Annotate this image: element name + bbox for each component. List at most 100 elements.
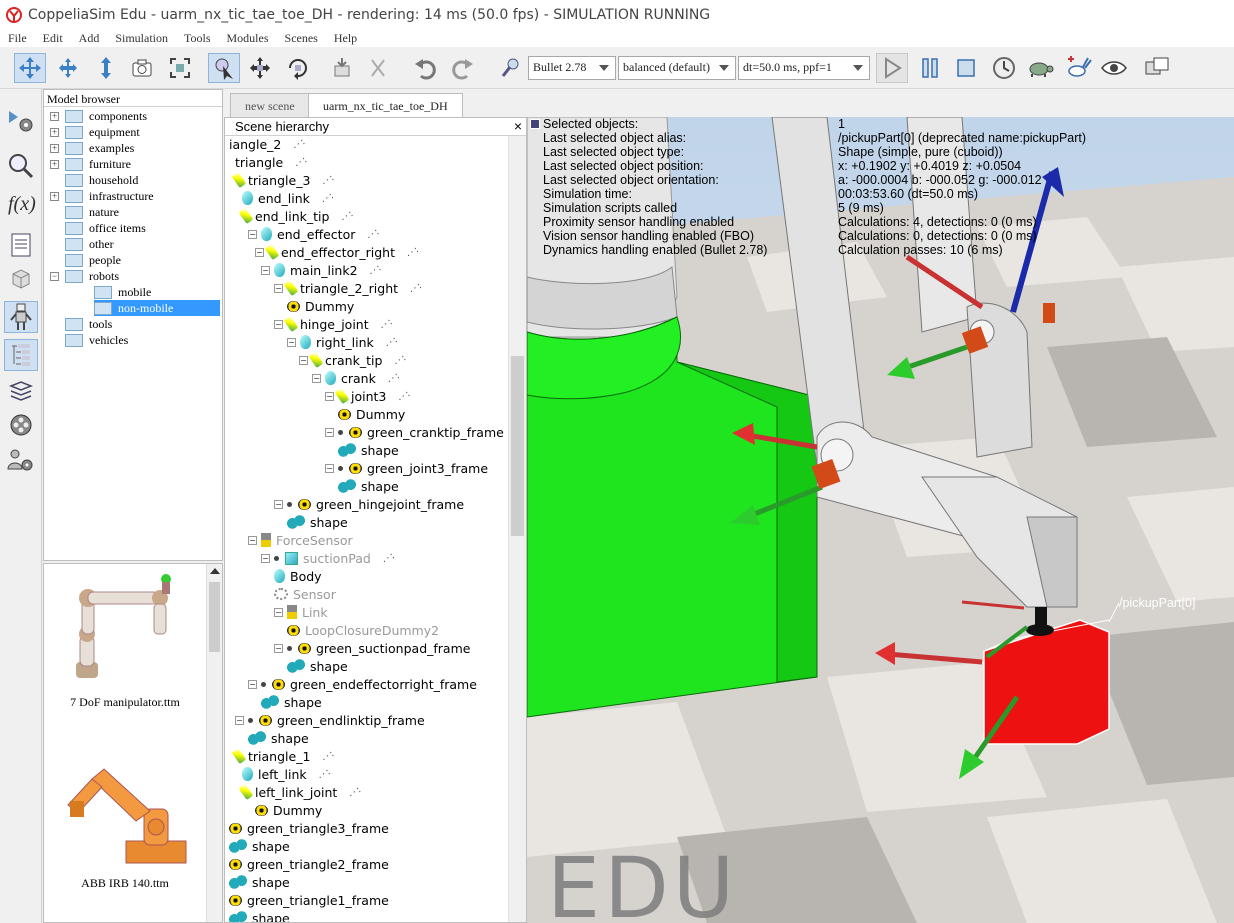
accuracy-select[interactable]: balanced (default) [618, 56, 736, 80]
script-icon[interactable]: ⋰⋅ [394, 355, 406, 366]
scene-tree-node[interactable]: left_link_joint ⋰⋅ [238, 783, 361, 801]
collapse-toggle-icon[interactable]: − [274, 319, 283, 329]
model-folder-item[interactable]: non-mobile [94, 300, 220, 316]
simulation-settings-button[interactable] [4, 105, 38, 137]
shape-edit-button[interactable] [4, 229, 38, 261]
collapse-toggle-icon[interactable]: − [299, 355, 308, 365]
user-settings-button[interactable] [4, 445, 38, 477]
fit-to-view-button[interactable] [164, 53, 196, 83]
scene-tree-node[interactable]: shape [229, 909, 290, 922]
page-selector-button[interactable] [1142, 53, 1174, 83]
script-icon[interactable]: ⋰⋅ [381, 319, 393, 330]
calculation-modules-button[interactable] [4, 149, 38, 181]
script-icon[interactable]: ⋰⋅ [319, 769, 331, 780]
collapse-toggle-icon[interactable]: − [261, 265, 270, 275]
expand-toggle-icon[interactable]: + [50, 159, 59, 169]
close-icon[interactable]: × [514, 118, 522, 134]
scripts-button[interactable]: f(x) [4, 187, 38, 219]
scene-tree-node[interactable]: − right_link ⋰⋅ [287, 333, 398, 351]
thumbnails-scrollbar[interactable] [206, 564, 222, 922]
scene-tree-node[interactable]: green_triangle3_frame [229, 819, 389, 837]
script-icon[interactable]: ⋰⋅ [322, 175, 334, 186]
scene-tree-node[interactable]: − joint3 ⋰⋅ [325, 387, 411, 405]
script-icon[interactable]: ⋰⋅ [293, 139, 305, 150]
scene-tree-node[interactable]: − green_endeffectorright_frame [248, 675, 477, 693]
script-icon[interactable]: ⋰⋅ [410, 283, 422, 294]
scrollbar-thumb[interactable] [511, 356, 524, 536]
model-thumbnail[interactable]: ABB IRB 140.ttm [44, 739, 206, 890]
collapse-toggle-icon[interactable]: − [325, 427, 334, 437]
script-icon[interactable]: ⋰⋅ [295, 157, 307, 168]
expand-toggle-icon[interactable]: + [50, 143, 59, 153]
script-icon[interactable]: ⋰⋅ [322, 193, 334, 204]
collapse-toggle-icon[interactable]: − [248, 679, 257, 689]
collapse-toggle-icon[interactable]: − [274, 499, 283, 509]
collapse-toggle-icon[interactable]: − [248, 229, 257, 239]
scene-tree-node[interactable]: − end_effector ⋰⋅ [248, 225, 380, 243]
pause-simulation-button[interactable] [914, 53, 946, 83]
expand-toggle-icon[interactable]: + [50, 191, 59, 201]
model-folder-item[interactable]: +office items [50, 220, 146, 236]
camera-rotate-button[interactable] [52, 53, 84, 83]
model-folder-item[interactable]: +people [50, 252, 121, 268]
model-folder-item[interactable]: + infrastructure [50, 188, 154, 204]
realtime-button[interactable] [988, 53, 1020, 83]
menu-add[interactable]: Add [79, 31, 100, 46]
scene-tree-node[interactable]: shape [338, 477, 399, 495]
physics-engine-select[interactable]: Bullet 2.78 [528, 56, 616, 80]
collapse-toggle-icon[interactable]: − [325, 463, 334, 473]
expand-toggle-icon[interactable]: + [50, 127, 59, 137]
object-shift-button[interactable] [244, 53, 276, 83]
script-icon[interactable]: ⋰⋅ [386, 337, 398, 348]
scene-tree-node[interactable]: shape [248, 729, 309, 747]
timestep-select[interactable]: dt=50.0 ms, ppf=1 [738, 56, 870, 80]
scene-tree-node[interactable]: − green_cranktip_frame [325, 423, 504, 441]
menu-simulation[interactable]: Simulation [115, 31, 168, 46]
scene-tree-node[interactable]: shape [229, 873, 290, 891]
scene-tree-node[interactable]: green_triangle2_frame [229, 855, 389, 873]
scene-viewport[interactable]: /pickupPart[0] EDU Selected objects: 1 Las… [527, 117, 1234, 923]
collapse-toggle-icon[interactable]: − [287, 337, 296, 347]
scene-tree-node[interactable]: shape [287, 657, 348, 675]
model-folder-item[interactable]: mobile [94, 284, 151, 300]
scene-tree-node[interactable]: shape [229, 837, 290, 855]
collapse-toggle-icon[interactable]: − [255, 247, 264, 257]
tab-new-scene[interactable]: new scene [230, 93, 310, 117]
scene-tree-node[interactable]: − crank_tip ⋰⋅ [299, 351, 407, 369]
script-icon[interactable]: ⋰⋅ [322, 751, 334, 762]
object-properties-button[interactable] [4, 263, 38, 295]
model-folder-item[interactable]: +vehicles [50, 332, 128, 348]
scene-tree-node[interactable]: − triangle_2_right ⋰⋅ [274, 279, 422, 297]
speed-up-button[interactable] [1062, 53, 1094, 83]
model-thumbnail[interactable]: 7 DoF manipulator.ttm [44, 564, 206, 724]
scene-tree-node[interactable]: shape [261, 693, 322, 711]
script-icon[interactable]: ⋰⋅ [407, 247, 419, 258]
layers-button[interactable] [4, 375, 38, 407]
menu-scenes[interactable]: Scenes [285, 31, 318, 46]
scene-tree-node[interactable]: − green_joint3_frame [325, 459, 488, 477]
model-folder-item[interactable]: + equipment [50, 124, 140, 140]
model-folder-item[interactable]: +household [50, 172, 138, 188]
tab-uarm-scene[interactable]: uarm_nx_tic_tae_toe_DH [308, 93, 463, 117]
model-folder-item[interactable]: − robots [50, 268, 119, 284]
scene-tree-node[interactable]: Dummy [255, 801, 322, 819]
expand-toggle-icon[interactable]: − [50, 271, 59, 281]
script-icon[interactable]: ⋰⋅ [349, 787, 361, 798]
redo-button[interactable] [446, 53, 478, 83]
camera-shift-button[interactable] [90, 53, 122, 83]
collapse-toggle-icon[interactable]: − [235, 715, 244, 725]
stop-simulation-button[interactable] [950, 53, 982, 83]
camera-pan-button[interactable] [14, 53, 46, 83]
collapse-toggle-icon[interactable]: − [274, 607, 283, 617]
scene-tree-node[interactable]: Dummy [338, 405, 405, 423]
visualization-toggle-button[interactable] [1098, 53, 1130, 83]
collapse-toggle-icon[interactable]: − [325, 391, 334, 401]
scene-tree-node[interactable]: Body [274, 567, 322, 585]
scroll-up-arrow-icon[interactable] [209, 568, 220, 574]
click-select-button[interactable] [208, 53, 240, 83]
model-folder-item[interactable]: +nature [50, 204, 119, 220]
scene-tree-node[interactable]: LoopClosureDummy2 [287, 621, 439, 639]
scene-tree-node[interactable]: − green_hingejoint_frame [274, 495, 464, 513]
scene-hierarchy-scrollbar[interactable] [508, 136, 526, 922]
scene-tree-node[interactable]: end_link ⋰⋅ [242, 189, 334, 207]
